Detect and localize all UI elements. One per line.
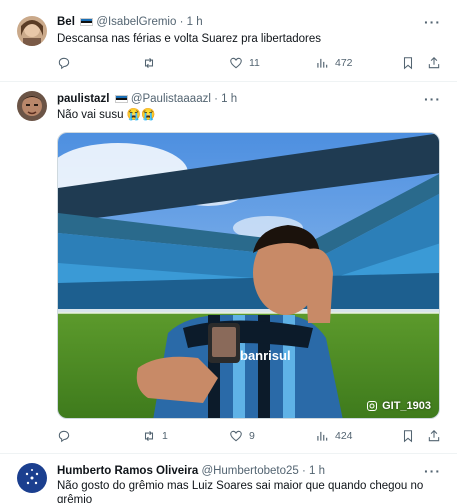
stadium-photo [58,133,439,418]
bookmark-button[interactable] [401,56,415,70]
like-icon [230,430,242,442]
views-count: 424 [335,430,353,442]
timestamp[interactable]: 1 h [309,465,325,477]
tweet-media[interactable]: banrisul GIT_1903 [57,132,440,419]
jersey-sponsor-text: banrisul [240,348,291,363]
instagram-icon [367,401,378,411]
handle[interactable]: @IsabelGremio [96,16,176,28]
tweet[interactable]: Humberto Ramos Oliveira @Humbertobeto25 … [0,454,457,503]
media-watermark: GIT_1903 [366,400,431,412]
tweet-header: paulistazl @Paulistaaaazl · 1 h [57,92,237,106]
tweet-header: Bel @IsabelGremio · 1 h [57,15,203,29]
like-count: 11 [249,57,260,69]
tweet-actions: 11 472 [57,56,457,74]
tweet-actions: 1 9 424 [57,429,457,447]
tweet-text: Não vai susu 😭😭 [57,109,156,121]
retweet-icon [144,430,154,442]
display-name[interactable]: paulistazl [57,93,109,105]
reply-icon [58,57,70,70]
avatar[interactable] [17,463,47,493]
more-icon[interactable]: ··· [424,14,441,30]
like-icon [230,57,242,69]
views-icon [317,431,328,441]
more-icon[interactable]: ··· [424,91,441,107]
like-button[interactable]: 9 [229,429,255,443]
avatar[interactable] [17,91,47,121]
share-icon [428,430,440,442]
bookmark-button[interactable] [401,429,415,443]
retweet-count: 1 [162,430,168,442]
tweet-text: Não gosto do grêmio mas Luiz Soares sai … [57,480,424,503]
tweet-header: Humberto Ramos Oliveira @Humbertobeto25 … [57,464,325,478]
views-icon [317,58,328,68]
display-name[interactable]: Bel [57,16,75,28]
tweet[interactable]: Bel @IsabelGremio · 1 h ··· Descansa nas… [0,0,457,82]
avatar[interactable] [17,16,47,46]
retweet-button[interactable] [142,56,162,70]
reply-button[interactable] [57,429,77,443]
bookmark-icon [403,430,413,443]
bookmark-icon [403,57,413,70]
timestamp[interactable]: 1 h [221,93,237,105]
share-button[interactable] [427,56,441,70]
like-count: 9 [249,430,255,442]
handle[interactable]: @Humbertobeto25 [201,465,298,477]
views-count: 472 [335,57,353,69]
separator: · [301,465,306,477]
handle[interactable]: @Paulistaaaazl [131,93,211,105]
flag-icon [80,18,94,26]
display-name[interactable]: Humberto Ramos Oliveira [57,465,198,477]
views-button[interactable]: 472 [315,56,353,70]
flag-icon [114,95,128,103]
reply-button[interactable] [57,56,77,70]
tweet-text: Descansa nas férias e volta Suarez pra l… [57,33,322,45]
share-button[interactable] [427,429,441,443]
more-icon[interactable]: ··· [424,463,441,479]
separator: · [179,16,184,28]
share-icon [428,57,440,69]
separator: · [214,93,218,105]
like-button[interactable]: 11 [229,56,260,70]
retweet-icon [144,57,154,69]
timestamp[interactable]: 1 h [187,16,203,28]
watermark-text: GIT_1903 [382,400,431,412]
views-button[interactable]: 424 [315,429,353,443]
retweet-button[interactable]: 1 [142,429,168,443]
reply-icon [58,430,70,443]
